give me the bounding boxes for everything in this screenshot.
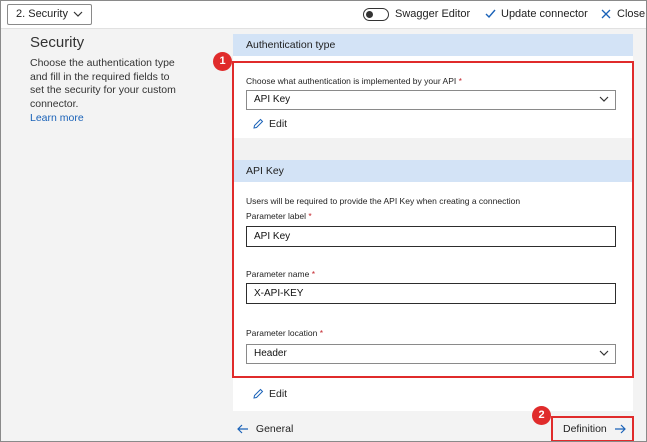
next-definition-button[interactable]: Definition [563,423,626,435]
apikey-edit-label: Edit [269,388,288,400]
arrow-right-icon [614,424,626,434]
update-connector-button[interactable]: Update connector [501,8,588,20]
top-toolbar: 2. Security Swagger Editor Update connec… [1,1,646,29]
next-label: Definition [563,423,607,435]
callout-badge-2: 2 [532,406,551,425]
apikey-edit-button[interactable]: Edit [253,388,287,400]
page-title: Security [30,34,85,51]
back-general-button[interactable]: General [237,423,293,435]
swagger-editor-label: Swagger Editor [395,8,471,20]
chevron-down-icon [73,11,83,17]
callout-box-1 [232,61,634,378]
connector-editor-window: 2. Security Swagger Editor Update connec… [0,0,647,442]
authentication-type-header: Authentication type [233,34,633,56]
close-button[interactable]: Close [617,8,645,20]
arrow-left-icon [237,424,248,434]
security-description: Choose the authentication type and fill … [30,57,176,110]
pencil-icon [253,388,264,399]
step-dropdown[interactable]: 2. Security [7,4,92,25]
learn-more-link[interactable]: Learn more [30,112,84,124]
back-label: General [255,423,294,435]
checkmark-icon [485,9,496,19]
toggle-knob [366,11,373,18]
step-dropdown-value: 2. Security [16,8,68,20]
swagger-editor-toggle[interactable] [363,8,389,21]
callout-badge-1: 1 [213,52,232,71]
close-icon [601,9,611,19]
